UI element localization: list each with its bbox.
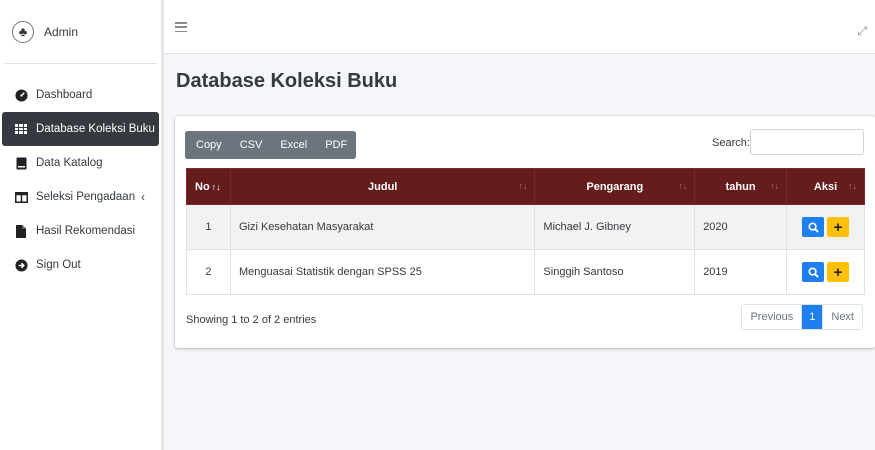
hamburger-menu-icon[interactable] <box>175 22 187 32</box>
sidebar-item-label: Sign Out <box>36 259 81 271</box>
column-header-no[interactable]: No ↑↓ <box>186 168 231 205</box>
pdf-button[interactable]: PDF <box>316 131 357 159</box>
cell-pengarang: Michael J. Gibney <box>534 204 696 250</box>
user-avatar-icon: ♣ <box>12 20 34 43</box>
table-info: Showing 1 to 2 of 2 entries <box>186 314 317 326</box>
cell-no: 1 <box>186 204 231 250</box>
sidebar-item-label: Database Koleksi Buku <box>36 123 155 135</box>
view-button[interactable] <box>802 217 825 237</box>
sidebar-item-seleksi-pengadaan[interactable]: Seleksi Pengadaan ‹ <box>2 180 159 214</box>
books-table: No ↑↓ Judul ↑↓ Pengarang ↑↓ tahun ↑↓ Aksi ↑↓ … <box>186 168 865 295</box>
next-page-button[interactable]: Next <box>822 305 862 329</box>
copy-button[interactable]: Copy <box>185 131 231 159</box>
cell-judul: Gizi Kesehatan Masyarakat <box>229 204 536 250</box>
column-header-judul[interactable]: Judul ↑↓ <box>229 168 536 205</box>
sidebar-item-database-koleksi-buku[interactable]: Database Koleksi Buku <box>2 112 159 146</box>
sidebar-item-label: Dashboard <box>36 89 93 101</box>
sign-out-icon <box>14 258 28 272</box>
cell-judul: Menguasai Statistik dengan SPSS 25 <box>229 249 536 295</box>
search-input[interactable] <box>750 129 864 155</box>
chevron-left-icon: ‹ <box>141 190 145 204</box>
add-button[interactable]: + <box>827 217 850 237</box>
search-label: Search: <box>712 137 750 149</box>
page-title: Database Koleksi Buku <box>176 70 398 92</box>
table-row: 2 Menguasai Statistik dengan SPSS 25 Sin… <box>186 249 865 295</box>
sidebar-item-dashboard[interactable]: Dashboard <box>2 78 159 112</box>
view-button[interactable] <box>802 262 825 282</box>
cell-no: 2 <box>186 249 231 295</box>
columns-icon <box>14 190 28 204</box>
data-card: Copy CSV Excel PDF Search: No ↑↓ Judul ↑↓ … <box>175 116 875 348</box>
sidebar-item-data-katalog[interactable]: Data Katalog <box>2 146 159 180</box>
cell-aksi: + <box>786 204 865 250</box>
export-button-group: Copy CSV Excel PDF <box>185 131 357 159</box>
column-header-aksi[interactable]: Aksi ↑↓ <box>786 168 865 205</box>
previous-page-button[interactable]: Previous <box>742 305 803 329</box>
cell-tahun: 2019 <box>694 249 788 295</box>
search-icon <box>807 221 819 233</box>
file-icon <box>14 224 28 238</box>
table-header-row: No ↑↓ Judul ↑↓ Pengarang ↑↓ tahun ↑↓ Aksi ↑↓ <box>186 168 865 205</box>
book-icon <box>14 156 28 170</box>
cell-tahun: 2020 <box>694 204 788 250</box>
sidebar: ♣ Admin Dashboard Database Koleksi Buku … <box>0 0 164 450</box>
table-row: 1 Gizi Kesehatan Masyarakat Michael J. G… <box>186 204 865 250</box>
sidebar-item-label: Hasil Rekomendasi <box>36 225 136 237</box>
add-button[interactable]: + <box>827 262 850 282</box>
sidebar-nav: Dashboard Database Koleksi Buku Data Kat… <box>0 64 161 282</box>
page-1-button[interactable]: 1 <box>802 305 823 329</box>
pagination: Previous 1 Next <box>741 304 863 330</box>
sort-asc-icon: ↑↓ <box>211 181 221 192</box>
sidebar-item-sign-out[interactable]: Sign Out <box>2 248 159 282</box>
excel-button[interactable]: Excel <box>271 131 317 159</box>
sidebar-item-label: Seleksi Pengadaan <box>36 191 136 203</box>
top-navbar: ⤢ <box>164 0 875 54</box>
sidebar-item-hasil-rekomendasi[interactable]: Hasil Rekomendasi <box>2 214 159 248</box>
sort-icon: ↑↓ <box>848 181 857 191</box>
dashboard-icon <box>14 88 28 102</box>
column-header-pengarang[interactable]: Pengarang ↑↓ <box>534 168 696 205</box>
sidebar-item-label: Data Katalog <box>36 157 103 169</box>
sort-icon: ↑↓ <box>518 181 528 191</box>
sort-icon: ↑↓ <box>678 181 688 191</box>
table-icon <box>14 122 28 136</box>
cell-aksi: + <box>786 249 865 295</box>
user-name: Admin <box>44 24 79 39</box>
cell-pengarang: Singgih Santoso <box>534 249 696 295</box>
csv-button[interactable]: CSV <box>230 131 272 159</box>
user-panel[interactable]: ♣ Admin <box>4 0 157 64</box>
fullscreen-icon[interactable]: ⤢ <box>857 24 867 39</box>
search-icon <box>807 266 819 278</box>
sort-icon: ↑↓ <box>770 181 780 191</box>
column-header-tahun[interactable]: tahun ↑↓ <box>694 168 788 205</box>
